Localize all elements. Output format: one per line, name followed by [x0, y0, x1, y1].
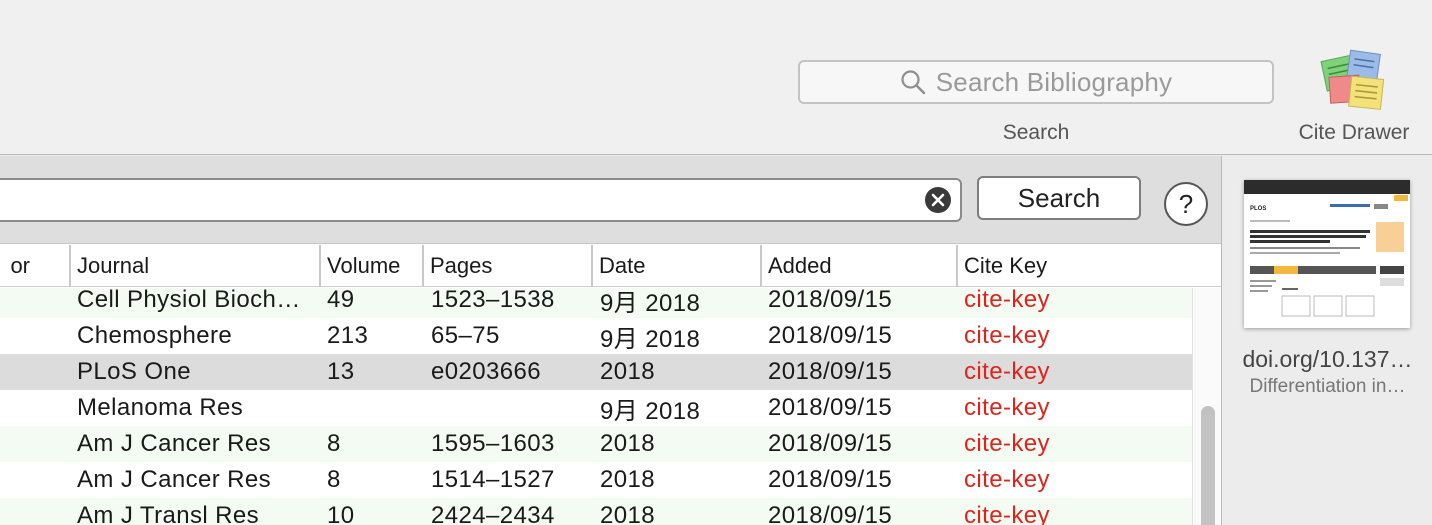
cell-volume: 8 — [327, 430, 341, 457]
publication-table: Cell Physiol Bioch… 49 1523–1538 9月 2018 201… — [0, 288, 1192, 525]
cell-date: 2018 — [600, 466, 655, 493]
search-button[interactable]: Search — [977, 176, 1141, 220]
cell-added: 2018/09/15 — [768, 358, 893, 385]
cell-cite-key: cite-key — [964, 502, 1050, 525]
cell-volume: 49 — [327, 288, 355, 313]
table-row[interactable]: Am J Transl Res 10 2424–2434 2018 2018/09/15… — [0, 498, 1192, 525]
cell-journal: Chemosphere — [77, 322, 233, 349]
table-row[interactable]: Am J Cancer Res 8 1595–1603 2018 2018/09/15 c… — [0, 426, 1192, 462]
cell-journal: Am J Transl Res — [77, 502, 260, 525]
cell-date: 9月 2018 — [600, 397, 701, 425]
table-row[interactable]: Am J Cancer Res 8 1514–1527 2018 2018/09/15 c… — [0, 462, 1192, 498]
cite-drawer-label: Cite Drawer — [1298, 121, 1410, 144]
cell-journal: Am J Cancer Res — [77, 466, 272, 493]
cell-volume: 10 — [327, 502, 355, 525]
cell-date: 2018 — [600, 430, 655, 457]
cell-volume: 13 — [327, 358, 355, 385]
cell-cite-key: cite-key — [964, 394, 1050, 421]
search-placeholder: Search Bibliography — [935, 66, 1173, 97]
cell-added: 2018/09/15 — [768, 466, 893, 493]
cell-journal: PLoS One — [77, 358, 191, 385]
table-header: or Journal Volume Pages Date Added Cite … — [0, 245, 1221, 287]
table-row[interactable]: Cell Physiol Bioch… 49 1523–1538 9月 2018 201… — [0, 288, 1192, 318]
cell-added: 2018/09/15 — [768, 288, 893, 313]
cell-cite-key: cite-key — [964, 322, 1050, 349]
cell-date: 2018 — [600, 502, 655, 525]
cell-added: 2018/09/15 — [768, 430, 893, 457]
cell-added: 2018/09/15 — [768, 394, 893, 421]
cell-cite-key: cite-key — [964, 288, 1050, 313]
main-area: Search ? or Journal Volume Pages Date Ad… — [0, 156, 1221, 525]
query-input[interactable] — [0, 178, 962, 222]
cell-pages: e0203666 — [431, 358, 541, 385]
table-row[interactable]: Chemosphere 213 65–75 9月 2018 2018/09/15 cite… — [0, 318, 1192, 354]
cell-date: 2018 — [600, 358, 655, 385]
cell-added: 2018/09/15 — [768, 322, 893, 349]
cell-pages — [431, 390, 586, 426]
column-pages[interactable]: Pages — [422, 245, 591, 287]
toolbar: Search Bibliography Search Cite Drawer — [0, 0, 1432, 155]
search-icon — [901, 70, 925, 95]
clear-search-icon[interactable] — [924, 186, 952, 214]
cell-pages: 65–75 — [431, 322, 500, 349]
cell-added: 2018/09/15 — [768, 502, 893, 525]
cell-journal: Am J Cancer Res — [77, 430, 272, 457]
help-button[interactable]: ? — [1164, 182, 1208, 226]
vertical-scrollbar[interactable] — [1192, 288, 1221, 525]
column-date[interactable]: Date — [591, 245, 760, 287]
cell-volume: 213 — [327, 322, 369, 349]
column-volume[interactable]: Volume — [319, 245, 422, 287]
cell-pages: 2424–2434 — [431, 502, 555, 525]
cell-cite-key: cite-key — [964, 358, 1050, 385]
column-added[interactable]: Added — [760, 245, 956, 287]
cell-date: 9月 2018 — [600, 325, 701, 353]
table-row[interactable]: Melanoma Res 9月 2018 2018/09/15 cite-key — [0, 390, 1192, 426]
cite-drawer-icon[interactable] — [1318, 48, 1388, 114]
file-subtitle: Differentiation in… — [1249, 376, 1406, 397]
cell-volume: 8 — [327, 466, 341, 493]
cell-date: 9月 2018 — [600, 289, 701, 317]
cell-pages: 1523–1538 — [431, 288, 555, 313]
column-author[interactable]: or — [0, 245, 70, 287]
bibliography-search-field[interactable]: Search Bibliography — [798, 60, 1274, 104]
search-bar: Search ? — [0, 156, 1221, 244]
cell-pages: 1514–1527 — [431, 466, 555, 493]
file-view-panel: PLOS doi.org/10.137… Differentiation in… — [1221, 156, 1432, 525]
svg-text:PLOS: PLOS — [1250, 206, 1266, 212]
column-cite-key[interactable]: Cite Key — [956, 245, 1221, 287]
table-row[interactable]: PLoS One 13 e0203666 2018 2018/09/15 cite-key — [0, 354, 1192, 390]
cell-pages: 1595–1603 — [431, 430, 555, 457]
cell-cite-key: cite-key — [964, 466, 1050, 493]
column-journal[interactable]: Journal — [69, 245, 319, 287]
cell-journal: Cell Physiol Bioch… — [77, 288, 301, 313]
file-doi-title: doi.org/10.137… — [1242, 346, 1413, 372]
scrollbar-thumb[interactable] — [1201, 406, 1215, 525]
cell-volume — [327, 390, 417, 426]
pdf-thumbnail[interactable]: PLOS — [1244, 180, 1410, 328]
cell-cite-key: cite-key — [964, 430, 1050, 457]
search-toolbar-label: Search — [1002, 121, 1070, 144]
cell-journal: Melanoma Res — [77, 394, 244, 421]
